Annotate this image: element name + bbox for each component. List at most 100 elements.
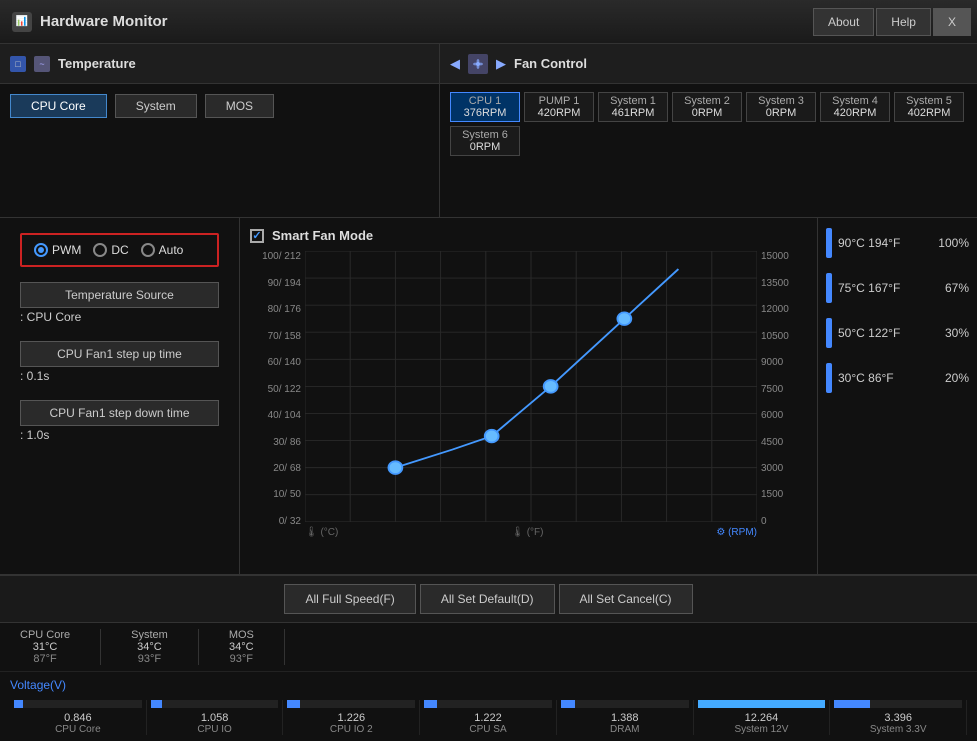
fan-pump1[interactable]: PUMP 1 420RPM bbox=[524, 92, 594, 122]
legend-bar-2 bbox=[826, 273, 832, 303]
voltage-label-system12v: System 12V bbox=[734, 724, 788, 735]
smart-fan-title: Smart Fan Mode bbox=[272, 228, 373, 243]
about-button[interactable]: About bbox=[813, 8, 874, 36]
radio-auto-label: Auto bbox=[159, 243, 184, 257]
status-mos-label: MOS bbox=[229, 629, 254, 641]
chart-y-labels-right: 15000 13500 12000 10500 9000 7500 6000 4… bbox=[757, 251, 807, 547]
legend-bar-3 bbox=[826, 318, 832, 348]
legend-temps-4: 30°C 86°F bbox=[838, 371, 894, 385]
legend-bar-1 bbox=[826, 228, 832, 258]
legend-item-2: 75°C 167°F 67% bbox=[826, 273, 969, 303]
voltage-label-dram: DRAM bbox=[610, 724, 639, 735]
legend-temps-3: 50°C 122°F bbox=[838, 326, 900, 340]
chart-area: 100/ 212 90/ 194 80/ 176 70/ 158 60/ 140… bbox=[250, 251, 807, 547]
step-down-section: CPU Fan1 step down time : 1.0s bbox=[20, 400, 219, 444]
chart-y-labels-left: 100/ 212 90/ 194 80/ 176 70/ 158 60/ 140… bbox=[250, 251, 305, 547]
voltage-cpu-sa: 1.222 CPU SA bbox=[420, 700, 557, 735]
voltage-bar-cpu-io2 bbox=[287, 700, 415, 708]
curve-point-4[interactable] bbox=[617, 313, 631, 326]
voltage-value-system33v: 3.396 bbox=[884, 712, 912, 724]
all-set-cancel-button[interactable]: All Set Cancel(C) bbox=[559, 584, 693, 614]
voltage-label-cpu-core: CPU Core bbox=[55, 724, 101, 735]
status-mos-tempf: 93°F bbox=[230, 653, 253, 665]
voltage-label-cpu-io: CPU IO bbox=[197, 724, 231, 735]
temp-source-section: Temperature Source : CPU Core bbox=[20, 282, 219, 326]
fan-system3[interactable]: System 3 0RPM bbox=[746, 92, 816, 122]
fan-cpu1[interactable]: CPU 1 376RPM bbox=[450, 92, 520, 122]
voltage-system12v: 12.264 System 12V bbox=[694, 700, 831, 735]
chart-icon: ~ bbox=[34, 56, 50, 72]
legend-temps-2: 75°C 167°F bbox=[838, 281, 900, 295]
voltage-title: Voltage(V) bbox=[10, 678, 967, 692]
temp-source-value: : CPU Core bbox=[20, 308, 219, 326]
voltage-value-system12v: 12.264 bbox=[745, 712, 779, 724]
voltage-dram: 1.388 DRAM bbox=[557, 700, 694, 735]
all-full-speed-button[interactable]: All Full Speed(F) bbox=[284, 584, 415, 614]
fan-system1[interactable]: System 1 461RPM bbox=[598, 92, 668, 122]
curve-point-3[interactable] bbox=[544, 380, 558, 393]
fan-system5[interactable]: System 5 402RPM bbox=[894, 92, 964, 122]
voltage-bar-dram bbox=[561, 700, 689, 708]
tab-cpu-core[interactable]: CPU Core bbox=[10, 94, 107, 118]
temperature-header: □ ~ Temperature bbox=[0, 44, 439, 84]
temperature-panel: □ ~ Temperature CPU Core System MOS bbox=[0, 44, 440, 217]
tab-mos[interactable]: MOS bbox=[205, 94, 274, 118]
step-down-label[interactable]: CPU Fan1 step down time bbox=[20, 400, 219, 426]
step-up-label[interactable]: CPU Fan1 step up time bbox=[20, 341, 219, 367]
help-button[interactable]: Help bbox=[876, 8, 931, 36]
bottom-action-buttons: All Full Speed(F) All Set Default(D) All… bbox=[0, 575, 977, 622]
fan-control-header: ◀ ▶ Fan Control bbox=[440, 44, 977, 84]
temp-source-label[interactable]: Temperature Source bbox=[20, 282, 219, 308]
smart-fan-checkbox[interactable]: ✓ bbox=[250, 229, 264, 243]
radio-auto-circle bbox=[141, 243, 155, 257]
status-mos-tempc: 34°C bbox=[229, 641, 254, 653]
radio-auto[interactable]: Auto bbox=[141, 243, 184, 257]
fan-icon bbox=[468, 54, 488, 74]
status-system-tempc: 34°C bbox=[137, 641, 162, 653]
main-container: □ ~ Temperature CPU Core System MOS ◀ ▶ … bbox=[0, 44, 977, 741]
legend-item-3: 50°C 122°F 30% bbox=[826, 318, 969, 348]
fan-curve-chart[interactable] bbox=[305, 251, 757, 522]
step-down-value: : 1.0s bbox=[20, 426, 219, 444]
legend-bar-4 bbox=[826, 363, 832, 393]
tab-system[interactable]: System bbox=[115, 94, 197, 118]
close-button[interactable]: X bbox=[933, 8, 971, 36]
radio-dc-circle bbox=[93, 243, 107, 257]
mode-radio-group: PWM DC Auto bbox=[20, 233, 219, 267]
fan-system6[interactable]: System 6 0RPM bbox=[450, 126, 520, 156]
radio-pwm-label: PWM bbox=[52, 243, 81, 257]
fan-speed-list: CPU 1 376RPM PUMP 1 420RPM System 1 461R… bbox=[440, 84, 977, 164]
voltage-cpu-io2: 1.226 CPU IO 2 bbox=[283, 700, 420, 735]
forward-icon[interactable]: ▶ bbox=[496, 56, 506, 72]
voltage-section: Voltage(V) 0.846 CPU Core 1.058 CPU IO bbox=[0, 671, 977, 741]
voltage-bar-cpu-sa bbox=[424, 700, 552, 708]
voltage-bar-system33v bbox=[834, 700, 962, 708]
curve-point-1[interactable] bbox=[389, 462, 403, 475]
all-set-default-button[interactable]: All Set Default(D) bbox=[420, 584, 555, 614]
legend-pct-4: 20% bbox=[945, 371, 969, 385]
expand-icon: □ bbox=[10, 56, 26, 72]
voltage-cpu-core: 0.846 CPU Core bbox=[10, 700, 147, 735]
legend-pct-1: 100% bbox=[938, 236, 969, 250]
fan-system2[interactable]: System 2 0RPM bbox=[672, 92, 742, 122]
temperature-tabs: CPU Core System MOS bbox=[0, 84, 439, 128]
fan-system4[interactable]: System 4 420RPM bbox=[820, 92, 890, 122]
back-icon[interactable]: ◀ bbox=[450, 56, 460, 72]
status-bar: CPU Core 31°C 87°F System 34°C 93°F MOS … bbox=[0, 622, 977, 671]
voltage-value-cpu-io: 1.058 bbox=[201, 712, 229, 724]
title-buttons: About Help X bbox=[813, 0, 977, 43]
radio-pwm[interactable]: PWM bbox=[34, 243, 81, 257]
legend-bar: 90°C 194°F 100% 75°C 167°F 67% 50°C 122°… bbox=[817, 218, 977, 574]
voltage-bar-cpu-core bbox=[14, 700, 142, 708]
middle-section: PWM DC Auto Temperature Source : CPU Cor… bbox=[0, 218, 977, 575]
curve-point-2[interactable] bbox=[485, 430, 499, 443]
radio-dc[interactable]: DC bbox=[93, 243, 128, 257]
voltage-bar-system12v bbox=[698, 700, 826, 708]
step-up-section: CPU Fan1 step up time : 0.1s bbox=[20, 341, 219, 385]
fan-control-title: Fan Control bbox=[514, 56, 587, 71]
radio-pwm-circle bbox=[34, 243, 48, 257]
status-cpu-core: CPU Core 31°C 87°F bbox=[10, 629, 101, 665]
app-title: Hardware Monitor bbox=[40, 13, 168, 30]
status-mos: MOS 34°C 93°F bbox=[199, 629, 285, 665]
top-section: □ ~ Temperature CPU Core System MOS ◀ ▶ … bbox=[0, 44, 977, 218]
